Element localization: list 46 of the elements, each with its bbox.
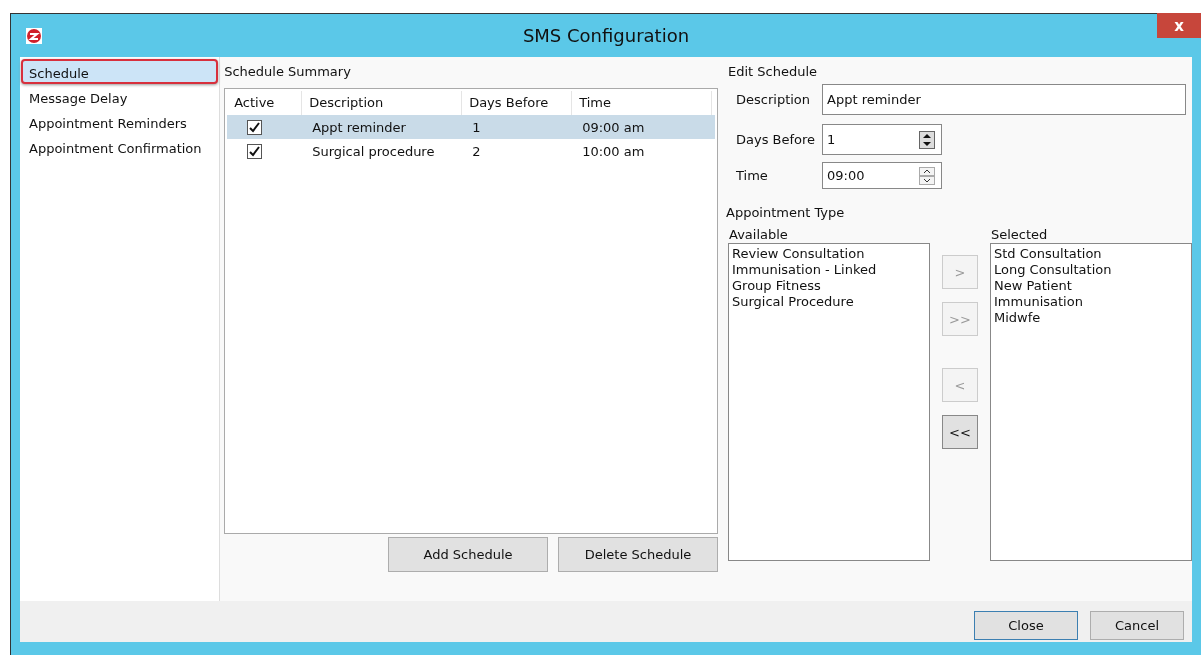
selected-list[interactable]: Std Consultation Long Consultation New Patient Immunisation Midwfe (990, 243, 1192, 561)
table-cell: 10:00 am (582, 143, 645, 159)
list-item[interactable]: Std Consultation (994, 246, 1188, 262)
list-item[interactable]: Immunisation - Linked (732, 262, 926, 278)
list-item[interactable]: Immunisation (994, 294, 1188, 310)
field-label: Days Before (735, 132, 817, 147)
sidebar-item[interactable]: Appointment Confirmation (21, 134, 219, 159)
list-label: Selected (991, 227, 1048, 242)
list-item[interactable]: Midwfe (994, 310, 1188, 326)
description-field[interactable]: Appt reminder (822, 84, 1186, 115)
table-cell: 09:00 am (582, 119, 645, 135)
list-item[interactable]: Long Consultation (994, 262, 1188, 278)
sidebar-item[interactable]: Appointment Reminders (21, 109, 219, 134)
field-label: Time (735, 168, 769, 183)
section-title: Edit Schedule (728, 64, 818, 79)
action-button[interactable]: Delete Schedule (558, 537, 718, 572)
sidebar-item[interactable]: Message Delay (21, 84, 219, 109)
sidebar-item[interactable]: Schedule (21, 59, 219, 84)
app-logo-icon (26, 27, 42, 44)
action-button[interactable]: Add Schedule (388, 537, 548, 572)
available-list[interactable]: Review Consultation Immunisation - Linked Group Fitness Surgical Procedure (728, 243, 930, 561)
dialog-button[interactable]: Close (974, 611, 1078, 640)
days-before-field[interactable]: 1 (822, 124, 942, 155)
table-row[interactable]: Surgical procedure 2 10:00 am (227, 139, 715, 163)
checkbox[interactable] (247, 119, 263, 135)
section-title: Schedule Summary (224, 64, 351, 79)
move-button[interactable]: << (942, 415, 978, 449)
table-cell: 1 (472, 119, 481, 135)
table-cell: Appt reminder (312, 119, 406, 135)
list-label: Available (728, 227, 789, 242)
time-field[interactable]: 09:00 (822, 162, 942, 189)
dialog-button[interactable]: Cancel (1090, 611, 1184, 640)
checkbox[interactable] (247, 143, 263, 159)
list-item[interactable]: Review Consultation (732, 246, 926, 262)
table-row[interactable]: Appt reminder 1 09:00 am (227, 115, 715, 139)
window-close-button[interactable]: x (1157, 13, 1201, 38)
group-title: Appointment Type (726, 205, 845, 220)
table-cell: 2 (472, 143, 481, 159)
table-cell: Surgical procedure (312, 143, 435, 159)
spinner-icon[interactable] (919, 166, 935, 185)
list-item[interactable]: New Patient (994, 278, 1188, 294)
list-item[interactable]: Surgical Procedure (732, 294, 926, 310)
spinner-icon[interactable] (919, 130, 935, 149)
list-item[interactable]: Group Fitness (732, 278, 926, 294)
field-label: Description (735, 92, 812, 107)
window-title: SMS Configuration (522, 25, 690, 46)
